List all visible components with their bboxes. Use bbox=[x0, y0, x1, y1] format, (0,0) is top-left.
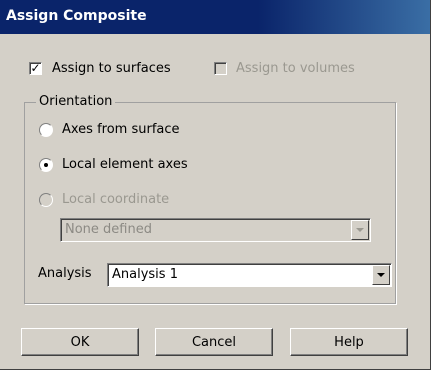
assign-to-surfaces-checkbox[interactable]: ✓ bbox=[29, 61, 42, 75]
analysis-dropdown[interactable]: Analysis 1 bbox=[107, 263, 392, 287]
radio-local-element-axes[interactable] bbox=[39, 158, 53, 172]
radio-local-coordinate[interactable] bbox=[39, 193, 53, 207]
orientation-group-label: Orientation bbox=[36, 94, 116, 109]
assign-composite-dialog: Assign Composite ✓ Assign to surfaces As… bbox=[0, 0, 431, 370]
analysis-label: Analysis bbox=[38, 266, 92, 281]
axes-from-surface-label[interactable]: Axes from surface bbox=[62, 122, 180, 137]
assign-to-volumes-checkbox[interactable] bbox=[214, 62, 227, 75]
chevron-down-icon bbox=[356, 228, 364, 232]
coordinate-system-dropdown[interactable]: None defined bbox=[60, 218, 371, 242]
title-bar[interactable]: Assign Composite bbox=[0, 0, 430, 34]
analysis-value: Analysis 1 bbox=[112, 267, 178, 282]
help-button[interactable]: Help bbox=[290, 328, 408, 356]
dialog-title: Assign Composite bbox=[6, 8, 147, 24]
dropdown-arrow-button[interactable] bbox=[351, 220, 369, 240]
chevron-down-icon bbox=[377, 273, 385, 277]
assign-to-surfaces-label[interactable]: Assign to surfaces bbox=[52, 61, 171, 76]
cancel-button[interactable]: Cancel bbox=[155, 328, 273, 356]
radio-axes-from-surface[interactable] bbox=[39, 123, 53, 137]
radio-selected-dot-icon bbox=[44, 163, 48, 167]
dropdown-arrow-button[interactable] bbox=[372, 265, 390, 285]
coordinate-system-value: None defined bbox=[65, 222, 152, 237]
local-coordinate-label[interactable]: Local coordinate bbox=[62, 192, 169, 207]
ok-button[interactable]: OK bbox=[21, 328, 139, 356]
assign-to-volumes-label[interactable]: Assign to volumes bbox=[236, 61, 355, 76]
local-element-axes-label[interactable]: Local element axes bbox=[62, 157, 188, 172]
check-mark-icon: ✓ bbox=[30, 61, 41, 75]
